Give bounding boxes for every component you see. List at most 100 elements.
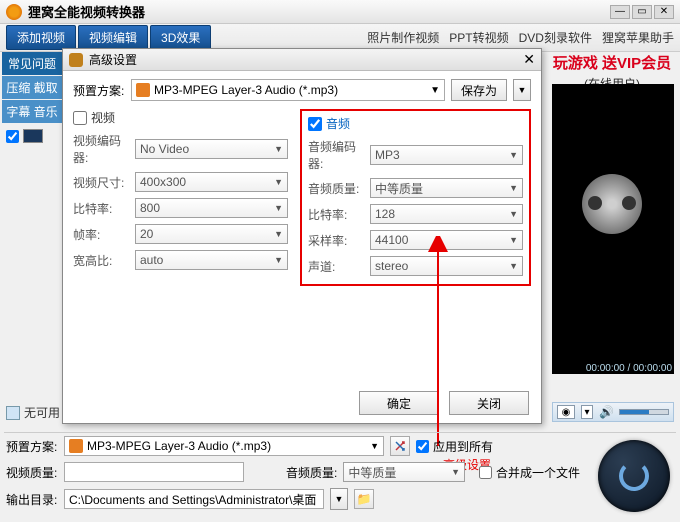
merge-label: 合并成一个文件 (496, 464, 580, 481)
audio-bitrate-label: 比特率: (308, 206, 366, 223)
folder-icon: 📁 (357, 492, 372, 506)
video-bitrate-label: 比特率: (73, 200, 131, 217)
app-title: 狸窝全能视频转换器 (28, 2, 145, 21)
select-all-checkbox[interactable] (6, 130, 19, 143)
video-edit-button[interactable]: 视频编辑 (78, 25, 148, 50)
open-folder-button[interactable]: 📁 (354, 489, 374, 509)
sidebar-tab-subtitle[interactable]: 字幕 音乐 (2, 100, 62, 123)
video-group-title: 视频 (91, 109, 115, 126)
merge-row[interactable]: 合并成一个文件 (479, 464, 580, 481)
video-enable-checkbox[interactable] (73, 111, 87, 125)
snapshot-dropdown[interactable]: ▾ (581, 405, 593, 419)
video-size-select[interactable]: 400x300▼ (135, 172, 288, 192)
audio-codec-select[interactable]: MP3▼ (370, 145, 523, 165)
no-preview-label: 无可用 (6, 404, 60, 421)
volume-icon[interactable]: 🔊 (599, 405, 613, 419)
link-apple-helper[interactable]: 狸窝苹果助手 (602, 29, 674, 46)
advanced-settings-button[interactable] (390, 436, 410, 456)
btm-aquality-select[interactable]: 中等质量▼ (343, 462, 465, 482)
sidebar-tab-compress[interactable]: 压缩 截取 (2, 76, 62, 99)
video-group-header: 视频 (73, 109, 288, 126)
window-controls: — ▭ ✕ (610, 5, 674, 19)
preset-value: MP3-MPEG Layer-3 Audio (*.mp3) (154, 83, 338, 97)
audio-samplerate-select[interactable]: 44100▼ (370, 230, 523, 250)
close-button[interactable]: ✕ (654, 5, 674, 19)
video-bitrate-select[interactable]: 800▼ (135, 198, 288, 218)
sidebar-tab-faq[interactable]: 常见问题 (2, 52, 62, 75)
btm-vquality-label: 视频质量: (6, 464, 58, 481)
link-dvd-burn[interactable]: DVD刻录软件 (519, 29, 592, 46)
left-sidebar: 常见问题 压缩 截取 字幕 音乐 (2, 52, 62, 143)
btm-preset-combobox[interactable]: MP3-MPEG Layer-3 Audio (*.mp3) ▼ (64, 436, 384, 456)
add-video-button[interactable]: 添加视频 (6, 25, 76, 50)
btm-aquality-label: 音频质量: (286, 464, 337, 481)
outdir-dropdown[interactable]: ▼ (330, 488, 348, 510)
video-codec-label: 视频编码器: (73, 132, 131, 166)
chevron-down-icon: ▼ (274, 229, 283, 239)
audio-group: 音频 音频编码器:MP3▼ 音频质量:中等质量▼ 比特率:128▼ 采样率:44… (300, 109, 531, 286)
apply-all-label: 应用到所有 (433, 438, 493, 455)
convert-button[interactable] (598, 440, 670, 512)
chevron-down-icon: ▼ (274, 255, 283, 265)
chevron-down-icon: ▼ (274, 203, 283, 213)
3d-effect-button[interactable]: 3D效果 (150, 25, 211, 50)
ok-button[interactable]: 确定 (359, 391, 439, 415)
chevron-down-icon: ▼ (509, 183, 518, 193)
video-framerate-select[interactable]: 20▼ (135, 224, 288, 244)
dialog-title: 高级设置 (89, 51, 137, 68)
dialog-footer: 确定 关闭 (359, 391, 529, 415)
list-item[interactable] (2, 129, 62, 143)
audio-bitrate-select[interactable]: 128▼ (370, 204, 523, 224)
dialog-titlebar: 高级设置 ✕ (63, 49, 541, 71)
video-aspect-select[interactable]: auto▼ (135, 250, 288, 270)
promo-line1: 玩游戏 送VIP会员 (552, 52, 672, 73)
audio-samplerate-label: 采样率: (308, 232, 366, 249)
toolbar-links: 照片制作视频 PPT转视频 DVD刻录软件 狸窝苹果助手 (367, 29, 674, 46)
advanced-settings-dialog: 高级设置 ✕ 预置方案: MP3-MPEG Layer-3 Audio (*.m… (62, 48, 542, 424)
film-reel-icon (572, 172, 654, 254)
link-photo-video[interactable]: 照片制作视频 (367, 29, 439, 46)
minimize-button[interactable]: — (610, 5, 630, 19)
video-codec-select[interactable]: No Video▼ (135, 139, 288, 159)
chevron-down-icon: ▼ (370, 441, 379, 451)
timecode: 00:00:00 / 00:00:00 (586, 363, 672, 374)
audio-group-title: 音频 (326, 115, 350, 132)
outdir-input[interactable]: C:\Documents and Settings\Administrator\… (64, 489, 324, 509)
video-group: 视频 视频编码器:No Video▼ 视频尺寸:400x300▼ 比特率:800… (73, 109, 288, 286)
link-ppt-video[interactable]: PPT转视频 (449, 29, 508, 46)
dialog-icon (69, 53, 83, 67)
chevron-down-icon: ▼ (509, 209, 518, 219)
preset-combobox[interactable]: MP3-MPEG Layer-3 Audio (*.mp3) ▼ (131, 79, 445, 101)
preset-row: 预置方案: MP3-MPEG Layer-3 Audio (*.mp3) ▼ 保… (73, 79, 531, 101)
outdir-label: 输出目录: (6, 491, 58, 508)
chevron-down-icon: ▼ (509, 235, 518, 245)
audio-quality-select[interactable]: 中等质量▼ (370, 178, 523, 198)
save-as-button[interactable]: 保存为 (451, 79, 507, 101)
maximize-button[interactable]: ▭ (632, 5, 652, 19)
bottom-panel: 预置方案: MP3-MPEG Layer-3 Audio (*.mp3) ▼ 应… (6, 436, 580, 516)
chevron-down-icon: ▼ (509, 261, 518, 271)
app-logo-icon (6, 4, 22, 20)
save-as-dropdown-button[interactable]: ▼ (513, 79, 531, 101)
volume-slider[interactable] (619, 409, 669, 415)
titlebar: 狸窝全能视频转换器 — ▭ ✕ (0, 0, 680, 24)
audio-codec-label: 音频编码器: (308, 138, 366, 172)
player-controls: ◉ ▾ 🔊 (552, 402, 674, 422)
preview-icon (6, 406, 20, 420)
dialog-body: 预置方案: MP3-MPEG Layer-3 Audio (*.mp3) ▼ 保… (63, 71, 541, 294)
apply-all-checkbox[interactable] (416, 440, 429, 453)
merge-checkbox[interactable] (479, 466, 492, 479)
format-icon (136, 83, 150, 97)
video-framerate-label: 帧率: (73, 226, 131, 243)
video-preview: 00:00:00 / 00:00:00 (552, 84, 674, 374)
close-button[interactable]: 关闭 (449, 391, 529, 415)
apply-all-row[interactable]: 应用到所有 (416, 438, 493, 455)
file-thumbnail-icon (23, 129, 43, 143)
snapshot-button[interactable]: ◉ (557, 405, 575, 419)
audio-channel-select[interactable]: stereo▼ (370, 256, 523, 276)
convert-icon (619, 461, 649, 491)
btm-vquality-input[interactable] (64, 462, 244, 482)
audio-quality-label: 音频质量: (308, 180, 366, 197)
audio-enable-checkbox[interactable] (308, 117, 322, 131)
dialog-close-button[interactable]: ✕ (523, 51, 535, 68)
